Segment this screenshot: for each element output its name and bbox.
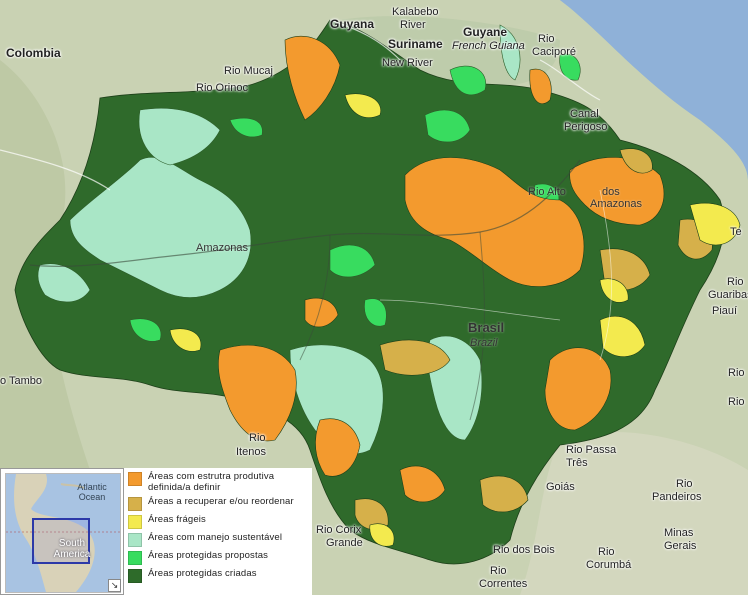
legend-label: Áreas protegidas propostas	[148, 550, 269, 561]
legend-item: Áreas frágeis	[128, 514, 308, 529]
label-dos-right: dos	[602, 186, 620, 198]
label-rio-corixo-1: Rio Corix	[316, 524, 362, 536]
label-rio-corumba-2: Corumbá	[586, 559, 632, 571]
legend-label: Áreas protegidas criadas	[148, 568, 257, 579]
label-rio-passa-tres-2: Três	[566, 457, 588, 469]
highland-terrain	[520, 431, 748, 595]
label-canal-2: Perigoso	[564, 121, 608, 133]
label-rio-alto: Rio Alto	[528, 186, 566, 198]
label-rio-dos-bois: Rio dos Bois	[493, 544, 555, 556]
label-rio-cacipore-1: Rio	[538, 33, 555, 45]
legend-swatch	[128, 497, 142, 511]
label-rio-pandeiros-2: Pandeiros	[652, 491, 702, 503]
label-minas-2: Gerais	[664, 540, 697, 552]
label-minas-1: Minas	[664, 527, 694, 539]
label-goias: Goiás	[546, 481, 575, 493]
label-amazonas-right: Amazonas	[590, 198, 642, 210]
label-brasil: Brasil	[468, 320, 505, 335]
label-rio-pandeiros-1: Rio	[676, 478, 693, 490]
label-brazil: Brazil	[470, 337, 498, 349]
label-rio-itenos-2: Itenos	[236, 446, 266, 458]
legend-swatch	[128, 551, 142, 565]
legend-label: Áreas com manejo sustentável	[148, 532, 283, 543]
map-legend: Áreas com estrutra produtiva definida/a …	[124, 468, 312, 595]
label-new-river: New River	[382, 57, 433, 69]
label-rio-correntes-1: Rio	[490, 565, 507, 577]
label-rio-corumba-1: Rio	[598, 546, 615, 558]
label-rio-tambo: o Tambo	[0, 375, 42, 387]
overview-map-view[interactable]: Atlantic Ocean South America	[5, 473, 121, 593]
overview-region-label: South America	[53, 538, 91, 560]
label-kalabebo: Kalabebo	[392, 6, 439, 18]
overview-ocean-label: Atlantic Ocean	[77, 482, 107, 502]
label-rio-mucajai: Rio Mucaj	[224, 65, 273, 77]
legend-label: Áreas a recuperar e/ou reordenar	[148, 496, 294, 507]
legend-item: Áreas com manejo sustentável	[128, 532, 308, 547]
collapse-arrow-icon[interactable]: ↘	[108, 579, 121, 592]
label-rio-passa-tres-1: Rio Passa	[566, 444, 617, 456]
label-guyana: Guyana	[330, 17, 375, 31]
label-rio-guaribas-2: Guaribas	[708, 289, 748, 301]
label-suriname: Suriname	[388, 37, 443, 51]
label-rio-right-1: Rio	[728, 367, 745, 379]
legend-item: Áreas protegidas criadas	[128, 568, 308, 583]
label-piaui: Piauí	[712, 305, 738, 317]
legend-swatch	[128, 515, 142, 529]
legend-label: Áreas frágeis	[148, 514, 206, 525]
label-canal-1: Canal	[570, 108, 599, 120]
legend-item: Áreas protegidas propostas	[128, 550, 308, 565]
label-rio-correntes-2: Correntes	[479, 578, 528, 590]
legend-label: Áreas com estrutra produtiva definida/a …	[148, 471, 275, 493]
overview-map[interactable]: Atlantic Ocean South America ↘	[0, 468, 124, 595]
label-colombia: Colombia	[6, 46, 61, 60]
label-french-guiana: French Guiana	[452, 40, 525, 52]
legend-swatch	[128, 533, 142, 547]
label-teresina: Te	[730, 226, 742, 238]
legend-items: Áreas com estrutra produtiva definida/a …	[128, 471, 308, 583]
label-rio-guaribas-1: Rio	[727, 276, 744, 288]
label-rio-cacipore-2: Caciporé	[532, 46, 577, 58]
label-amazonas: Amazonas	[196, 242, 248, 254]
label-rio-orinoco: Rio Orinoc	[196, 82, 248, 94]
label-rio-corixo-2: Grande	[326, 537, 363, 549]
legend-item: Áreas com estrutra produtiva definida/a …	[128, 471, 308, 493]
legend-swatch	[128, 472, 142, 486]
legend-swatch	[128, 569, 142, 583]
legend-item: Áreas a recuperar e/ou reordenar	[128, 496, 308, 511]
label-rio-right-2: Rio	[728, 396, 745, 408]
label-guyane: Guyane	[463, 25, 508, 39]
label-rio-itenos-1: Rio	[249, 432, 266, 444]
label-river-1: River	[400, 19, 426, 31]
